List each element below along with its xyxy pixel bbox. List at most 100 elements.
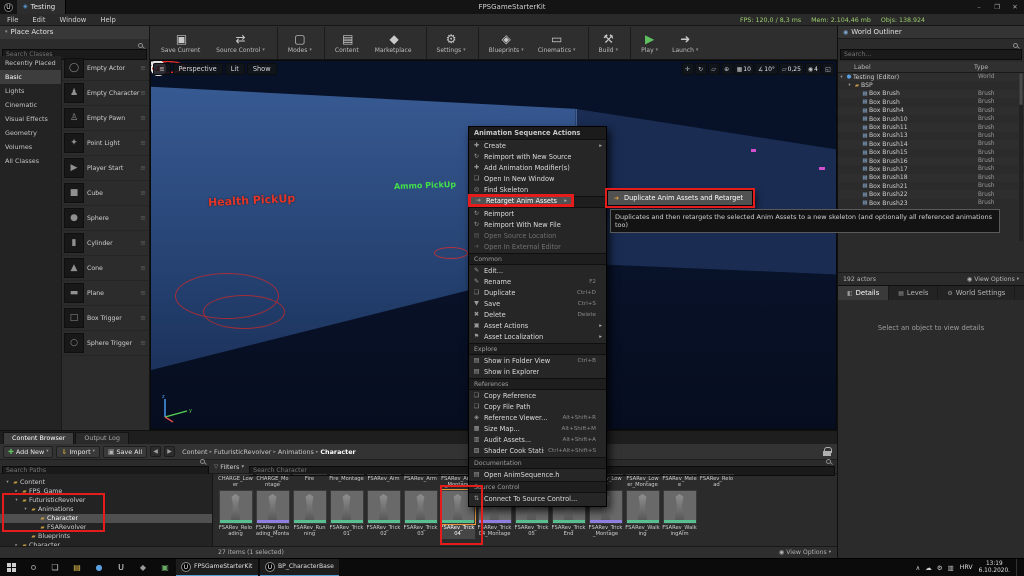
- outliner-row[interactable]: ▦ Box Brush4 Brush: [838, 107, 1024, 115]
- import-button[interactable]: ⇓ Import ▾: [56, 446, 99, 458]
- toolbar-button[interactable]: ⚒ Build ▾: [588, 27, 626, 59]
- toolbar-button[interactable]: ⚙ Settings ▾: [426, 27, 473, 59]
- context-menu-item[interactable]: ▤ Open AnimSequence.h: [469, 469, 606, 480]
- outliner-row[interactable]: ▦ Box Brush14 Brush: [838, 140, 1024, 148]
- category-item[interactable]: Recently Placed: [0, 56, 61, 70]
- placeable-actor-item[interactable]: □ Box Trigger ≡: [62, 306, 149, 331]
- toolbar-button[interactable]: ▣ Save Current: [154, 27, 209, 59]
- panel-tab[interactable]: ▤ Levels: [889, 286, 938, 300]
- clock[interactable]: 13:19 6.10.2020.: [979, 561, 1010, 574]
- asset-tile[interactable]: FSARev_Trick03: [402, 490, 439, 539]
- placeable-actor-item[interactable]: ○ Sphere Trigger ≡: [62, 331, 149, 356]
- world-outliner-header[interactable]: ◉ World Outliner: [838, 26, 1024, 39]
- asset-tile[interactable]: Fire_Montage: [328, 474, 365, 490]
- tray-icon[interactable]: ⚙: [937, 564, 943, 572]
- context-menu-item[interactable]: ✖ Delete Delete: [469, 309, 606, 320]
- toolbar-button[interactable]: ◆ Marketplace: [368, 27, 421, 59]
- drag-handle-icon[interactable]: ≡: [140, 139, 147, 147]
- viewport-options-button[interactable]: ≡: [153, 63, 171, 75]
- pinned-app-icon[interactable]: ◆: [132, 559, 154, 576]
- expander-arrow-icon[interactable]: ▾: [13, 498, 20, 503]
- scale-snap-button[interactable]: ▱0,25: [779, 63, 804, 75]
- language-indicator[interactable]: HRV: [960, 564, 973, 571]
- context-menu-item[interactable]: ✎ Rename F2: [469, 276, 606, 287]
- context-menu-item[interactable]: ⚑ Asset Localization ▸: [469, 331, 606, 342]
- taskbar-search-button[interactable]: [22, 559, 44, 576]
- filters-button[interactable]: ▽ Filters ▾: [214, 463, 244, 471]
- show-flags-button[interactable]: Show: [247, 63, 277, 75]
- drag-handle-icon[interactable]: ≡: [140, 289, 147, 297]
- maximize-button[interactable]: ❐: [988, 0, 1006, 14]
- placeable-actor-item[interactable]: ■ Cube ≡: [62, 181, 149, 206]
- tray-icon[interactable]: ▥: [948, 564, 954, 572]
- outliner-view-options-button[interactable]: ◉ View Options ▾: [967, 276, 1019, 283]
- asset-tile[interactable]: FSARev_Walking: [624, 490, 661, 539]
- add-new-button[interactable]: ✚ Add New ▾: [3, 446, 53, 458]
- placeable-actor-item[interactable]: ✦ Point Light ≡: [62, 131, 149, 156]
- folder-tree-item[interactable]: ▾ ▰ Content: [0, 478, 212, 487]
- asset-tile[interactable]: FSARev_Aim: [365, 474, 402, 490]
- context-menu-item[interactable]: References: [469, 378, 606, 390]
- folder-tree-item[interactable]: ▰ FSARevolver: [0, 523, 212, 532]
- context-menu-item[interactable]: ◎ Find Skeleton: [469, 184, 606, 195]
- asset-tile[interactable]: Fire: [291, 474, 328, 490]
- outliner-search-input[interactable]: [840, 49, 1022, 60]
- context-menu-item[interactable]: ▥ Audit Assets... Alt+Shift+A: [469, 434, 606, 445]
- asset-tile[interactable]: FSARev_Running: [291, 490, 328, 539]
- drag-handle-icon[interactable]: ≡: [140, 214, 147, 222]
- context-menu-item[interactable]: ✚ Add Animation Modifier(s): [469, 162, 606, 173]
- camera-speed-button[interactable]: ◉4: [805, 63, 821, 75]
- grid-snap-button[interactable]: ▦10: [734, 63, 754, 75]
- outliner-row[interactable]: ▾ ▰ BSP: [838, 81, 1024, 89]
- category-item[interactable]: Lights: [0, 84, 61, 98]
- breadcrumb-item[interactable]: Animations ▸: [278, 448, 318, 456]
- pinned-app-icon[interactable]: ▣: [154, 559, 176, 576]
- menu-bar-item[interactable]: Window: [53, 14, 94, 26]
- menu-bar-item[interactable]: File: [0, 14, 25, 26]
- drag-handle-icon[interactable]: ≡: [140, 164, 147, 172]
- folder-tree-item[interactable]: ▸ ▰ FPS_Game: [0, 487, 212, 496]
- placeable-actor-item[interactable]: ● Sphere ≡: [62, 206, 149, 231]
- toolbar-button[interactable]: ▢ Modes ▾: [277, 27, 319, 59]
- category-item[interactable]: Geometry: [0, 126, 61, 140]
- start-button[interactable]: [0, 559, 22, 576]
- expander-arrow-icon[interactable]: ▾: [4, 480, 11, 485]
- asset-tile[interactable]: FSARev_Arm: [402, 474, 439, 490]
- context-menu-item[interactable]: ▤ Show in Folder View Ctrl+B: [469, 355, 606, 366]
- column-type[interactable]: Type: [974, 64, 1024, 71]
- translate-tool-button[interactable]: ✛: [682, 63, 694, 75]
- save-all-button[interactable]: ▣ Save All: [103, 446, 147, 458]
- world-space-toggle[interactable]: ⊕: [721, 63, 733, 75]
- lock-icon[interactable]: [820, 446, 834, 458]
- context-menu-item[interactable]: ❏ Duplicate Ctrl+D: [469, 287, 606, 298]
- expander-arrow-icon[interactable]: ▾: [22, 507, 29, 512]
- context-menu-item[interactable]: Imported Asset: [469, 196, 606, 208]
- toolbar-button[interactable]: ▶ Play ▾: [630, 27, 665, 59]
- toolbar-button[interactable]: ➜ Launch ▾: [665, 27, 705, 59]
- category-item[interactable]: Volumes: [0, 140, 61, 154]
- placeable-actor-item[interactable]: ▲ Cone ≡: [62, 256, 149, 281]
- context-menu-item[interactable]: Explore: [469, 343, 606, 355]
- forward-button[interactable]: ▶: [164, 446, 175, 457]
- context-menu-item[interactable]: ▦ Size Map... Alt+Shift+M: [469, 423, 606, 434]
- task-view-button[interactable]: ❏: [44, 559, 66, 576]
- asset-tile[interactable]: FSARev_Reload: [698, 474, 735, 490]
- rotate-tool-button[interactable]: ↻: [695, 63, 707, 75]
- panel-tab[interactable]: Output Log: [75, 432, 129, 444]
- drag-handle-icon[interactable]: ≡: [140, 189, 147, 197]
- folder-tree-item[interactable]: ▰ Character: [0, 514, 212, 523]
- toolbar-button[interactable]: ⇄ Source Control ▾: [209, 27, 272, 59]
- tray-icon[interactable]: ∧: [916, 564, 921, 572]
- show-desktop-button[interactable]: [1016, 559, 1020, 576]
- outliner-row[interactable]: ▦ Box Brush18 Brush: [838, 174, 1024, 182]
- outliner-scrollbar[interactable]: [1019, 73, 1023, 241]
- context-menu-item[interactable]: ➜ Open In External Editor: [469, 241, 606, 252]
- pinned-app-icon[interactable]: ●: [88, 559, 110, 576]
- context-menu-item[interactable]: ▣ Asset Actions ▸: [469, 320, 606, 331]
- context-menu-item[interactable]: ❏ Copy Reference: [469, 390, 606, 401]
- toolbar-button[interactable]: ◈ Blueprints ▾: [478, 27, 531, 59]
- toolbar-button[interactable]: ▭ Cinematics ▾: [531, 27, 583, 59]
- expander-arrow-icon[interactable]: ▸: [13, 489, 20, 494]
- drag-handle-icon[interactable]: ≡: [140, 314, 147, 322]
- outliner-row[interactable]: ▦ Box Brush13 Brush: [838, 132, 1024, 140]
